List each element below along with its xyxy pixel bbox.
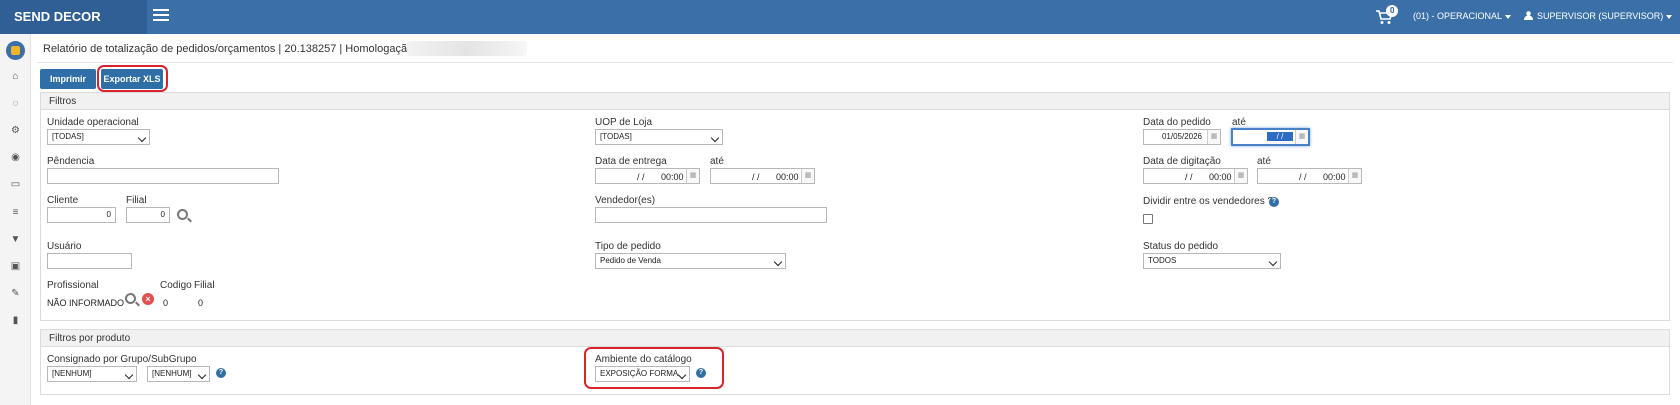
vendedor-input[interactable]: [595, 207, 827, 223]
help-icon[interactable]: ?: [1269, 197, 1279, 207]
chart-icon[interactable]: ▮: [9, 314, 22, 327]
user-name: SUPERVISOR (SUPERVISOR): [1537, 11, 1664, 21]
clear-icon[interactable]: ×: [142, 293, 154, 305]
dividir-label: Dividir entre os vendedores ?: [1143, 196, 1274, 207]
codigo-label: Codigo: [160, 280, 192, 291]
data-pedido-to[interactable]: / / ▦: [1231, 128, 1310, 146]
redacted-text: [407, 41, 527, 56]
money-icon[interactable]: ▭: [9, 178, 22, 191]
calendar-icon[interactable]: ▦: [1295, 130, 1308, 144]
codigo-value: 0: [163, 298, 169, 308]
date-value: / /: [1299, 172, 1307, 182]
grupo-select[interactable]: [NENHUM]: [47, 366, 137, 382]
left-sidebar: ⌂ ◌ ⚙ ◉ ▭ ≡ ▼ ▣ ✎ ▮: [0, 34, 31, 405]
menu-icon[interactable]: [153, 9, 169, 23]
data-digitacao-to[interactable]: / / 00:00 ▦: [1257, 168, 1362, 184]
unidade-select[interactable]: [TODAS]: [47, 129, 150, 145]
date-value: / /: [1185, 172, 1193, 182]
ate-label: até: [1232, 117, 1246, 128]
sliders-icon[interactable]: ≡: [9, 206, 22, 219]
help-icon[interactable]: ?: [216, 368, 226, 378]
filters-panel: Filtros: [40, 92, 1670, 321]
filial-input[interactable]: 0: [126, 207, 170, 223]
time-value: 00:00: [1323, 172, 1346, 182]
cliente-label: Cliente: [47, 195, 79, 206]
calendar-icon[interactable]: ▦: [1348, 169, 1361, 183]
panel-title: Filtros por produto: [41, 330, 1669, 347]
top-navbar: SEND DECOR 0 (01) - OPERACIONAL SUPERVIS…: [0, 0, 1680, 34]
page-title: Relatório de totalização de pedidos/orça…: [43, 43, 420, 55]
time-value: 00:00: [661, 172, 684, 182]
tipo-pedido-label: Tipo de pedido: [595, 241, 661, 252]
cogs-icon[interactable]: ⚙: [9, 124, 22, 137]
date-value: / /: [752, 172, 760, 182]
unidade-label: Unidade operacional: [47, 117, 139, 128]
pendencia-input[interactable]: [47, 168, 279, 184]
app-logo-icon[interactable]: [6, 41, 25, 60]
calendar-icon[interactable]: ▦: [1207, 130, 1220, 144]
cliente-input[interactable]: 0: [47, 207, 116, 223]
user-icon: [1524, 11, 1533, 20]
search-icon[interactable]: [125, 293, 136, 304]
ate-label: até: [1257, 156, 1271, 167]
print-button[interactable]: Imprimir: [40, 69, 96, 89]
prof-filial-value: 0: [198, 298, 204, 308]
search-icon[interactable]: [177, 209, 188, 220]
operational-unit-dropdown[interactable]: (01) - OPERACIONAL: [1413, 11, 1512, 21]
chevron-down-icon: [1505, 14, 1512, 19]
data-digitacao-from[interactable]: / / 00:00 ▦: [1143, 168, 1248, 184]
filial-label: Filial: [126, 195, 147, 206]
data-entrega-to[interactable]: / / 00:00 ▦: [710, 168, 815, 184]
calendar-icon[interactable]: ▦: [686, 169, 699, 183]
profissional-label: Profissional: [47, 280, 99, 291]
time-value: 00:00: [1209, 172, 1232, 182]
product-filters-panel: Filtros por produto: [40, 329, 1670, 395]
highlight-box: [584, 347, 724, 389]
usuario-label: Usuário: [47, 241, 82, 252]
data-pedido-from-value: 01/05/2026: [1161, 132, 1202, 141]
date-value: / /: [637, 172, 645, 182]
data-pedido-label: Data do pedido: [1143, 117, 1211, 128]
chevron-down-icon: [1666, 14, 1673, 19]
panel-title: Filtros: [41, 93, 1669, 110]
cart-count-badge: 0: [1386, 5, 1399, 17]
pendencia-label: Pêndencia: [47, 156, 95, 167]
uop-select[interactable]: [TODAS]: [595, 129, 723, 145]
wrench-icon[interactable]: ✎: [9, 287, 22, 300]
vendedor-label: Vendedor(es): [595, 195, 656, 206]
user-menu[interactable]: SUPERVISOR (SUPERVISOR): [1524, 11, 1673, 21]
home-icon[interactable]: ⌂: [9, 70, 22, 83]
data-entrega-from[interactable]: / / 00:00 ▦: [595, 168, 700, 184]
data-pedido-from[interactable]: 01/05/2026 ▦: [1143, 129, 1221, 145]
profissional-value: NÃO INFORMADO: [47, 298, 125, 308]
status-pedido-label: Status do pedido: [1143, 241, 1219, 252]
highlight-box: [97, 65, 168, 92]
operational-unit-label: (01) - OPERACIONAL: [1413, 11, 1503, 21]
data-pedido-to-value: / /: [1267, 132, 1293, 141]
ate-label: até: [710, 156, 724, 167]
uop-label: UOP de Loja: [595, 117, 653, 128]
usuario-input[interactable]: [47, 253, 132, 269]
subgrupo-select[interactable]: [NENHUM]: [147, 366, 210, 382]
target-icon[interactable]: ◉: [9, 151, 22, 164]
divider: [37, 62, 1673, 63]
data-entrega-label: Data de entrega: [595, 156, 667, 167]
tipo-pedido-select[interactable]: Pedido de Venda: [595, 253, 786, 269]
time-value: 00:00: [776, 172, 799, 182]
spinner-icon[interactable]: ◌: [9, 97, 22, 110]
brand-logo[interactable]: SEND DECOR: [0, 0, 147, 34]
status-pedido-select[interactable]: TODOS: [1143, 253, 1281, 269]
cart-icon[interactable]: ▼: [9, 233, 22, 246]
consignado-label: Consignado por Grupo/SubGrupo: [47, 354, 197, 365]
image-icon[interactable]: ▣: [9, 260, 22, 273]
prof-filial-label: Filial: [194, 280, 215, 291]
dividir-checkbox[interactable]: [1143, 214, 1153, 224]
data-digitacao-label: Data de digitação: [1143, 156, 1221, 167]
calendar-icon[interactable]: ▦: [1234, 169, 1247, 183]
calendar-icon[interactable]: ▦: [801, 169, 814, 183]
